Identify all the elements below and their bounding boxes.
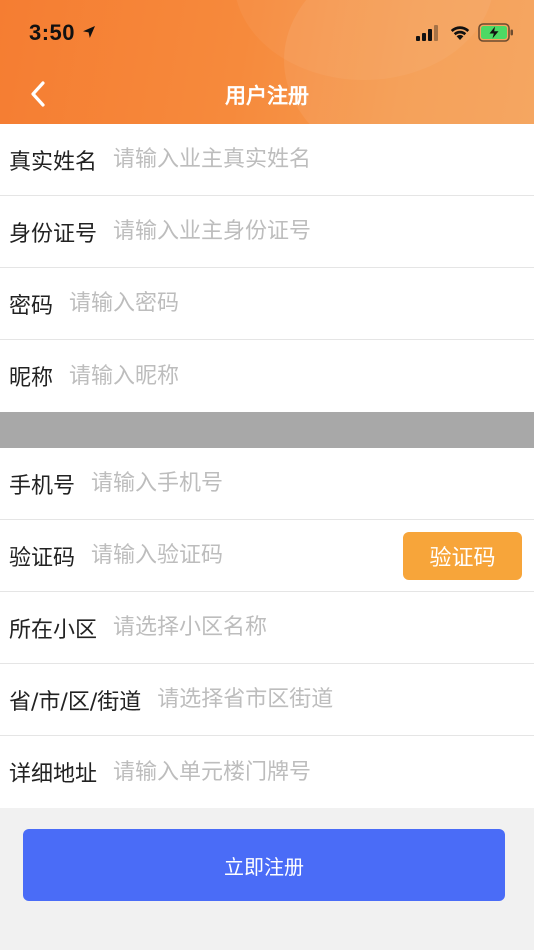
status-time: 3:50 <box>29 20 76 45</box>
register-button[interactable]: 立即注册 <box>23 829 505 901</box>
real-name-label: 真实姓名 <box>9 149 98 175</box>
community-select[interactable] <box>113 615 534 640</box>
battery-charging-icon <box>478 23 513 42</box>
nickname-label: 昵称 <box>9 366 54 391</box>
password-input[interactable] <box>69 291 534 316</box>
region-row[interactable]: 省/市/区/街道 <box>0 664 534 736</box>
status-bar: 3:50 <box>0 0 534 64</box>
password-row: 密码 <box>0 268 534 340</box>
real-name-input[interactable] <box>113 147 534 172</box>
address-row: 详细地址 <box>0 736 534 808</box>
section-divider <box>0 412 534 448</box>
verification-code-input[interactable] <box>91 543 394 568</box>
region-label: 省/市/区/街道 <box>9 689 142 715</box>
phone-row: 手机号 <box>0 448 534 520</box>
real-name-row: 真实姓名 <box>0 124 534 196</box>
header: 3:50 用户注册 <box>0 0 534 124</box>
phone-input[interactable] <box>91 471 534 496</box>
nickname-row: 昵称 <box>0 340 534 412</box>
contact-address-section: 手机号 验证码 验证码 所在小区 省/市/区/街道 详细地址 <box>0 448 534 808</box>
verification-code-row: 验证码 验证码 <box>0 520 534 592</box>
get-code-button[interactable]: 验证码 <box>403 532 522 580</box>
wifi-icon <box>450 26 470 40</box>
phone-label: 手机号 <box>9 473 76 499</box>
account-info-section: 真实姓名 身份证号 密码 昵称 <box>0 124 534 412</box>
id-number-row: 身份证号 <box>0 196 534 268</box>
id-number-input[interactable] <box>113 219 534 244</box>
page-title: 用户注册 <box>225 84 309 108</box>
region-select[interactable] <box>157 687 534 712</box>
address-input[interactable] <box>113 759 534 785</box>
community-row[interactable]: 所在小区 <box>0 592 534 664</box>
id-number-label: 身份证号 <box>9 221 98 247</box>
verification-code-label: 验证码 <box>9 545 76 571</box>
password-label: 密码 <box>9 293 54 319</box>
community-label: 所在小区 <box>9 617 98 643</box>
nav-bar: 用户注册 <box>0 64 534 124</box>
address-label: 详细地址 <box>9 762 98 787</box>
cellular-signal-icon <box>416 25 438 41</box>
location-arrow-icon <box>83 26 95 38</box>
nickname-input[interactable] <box>69 363 534 389</box>
